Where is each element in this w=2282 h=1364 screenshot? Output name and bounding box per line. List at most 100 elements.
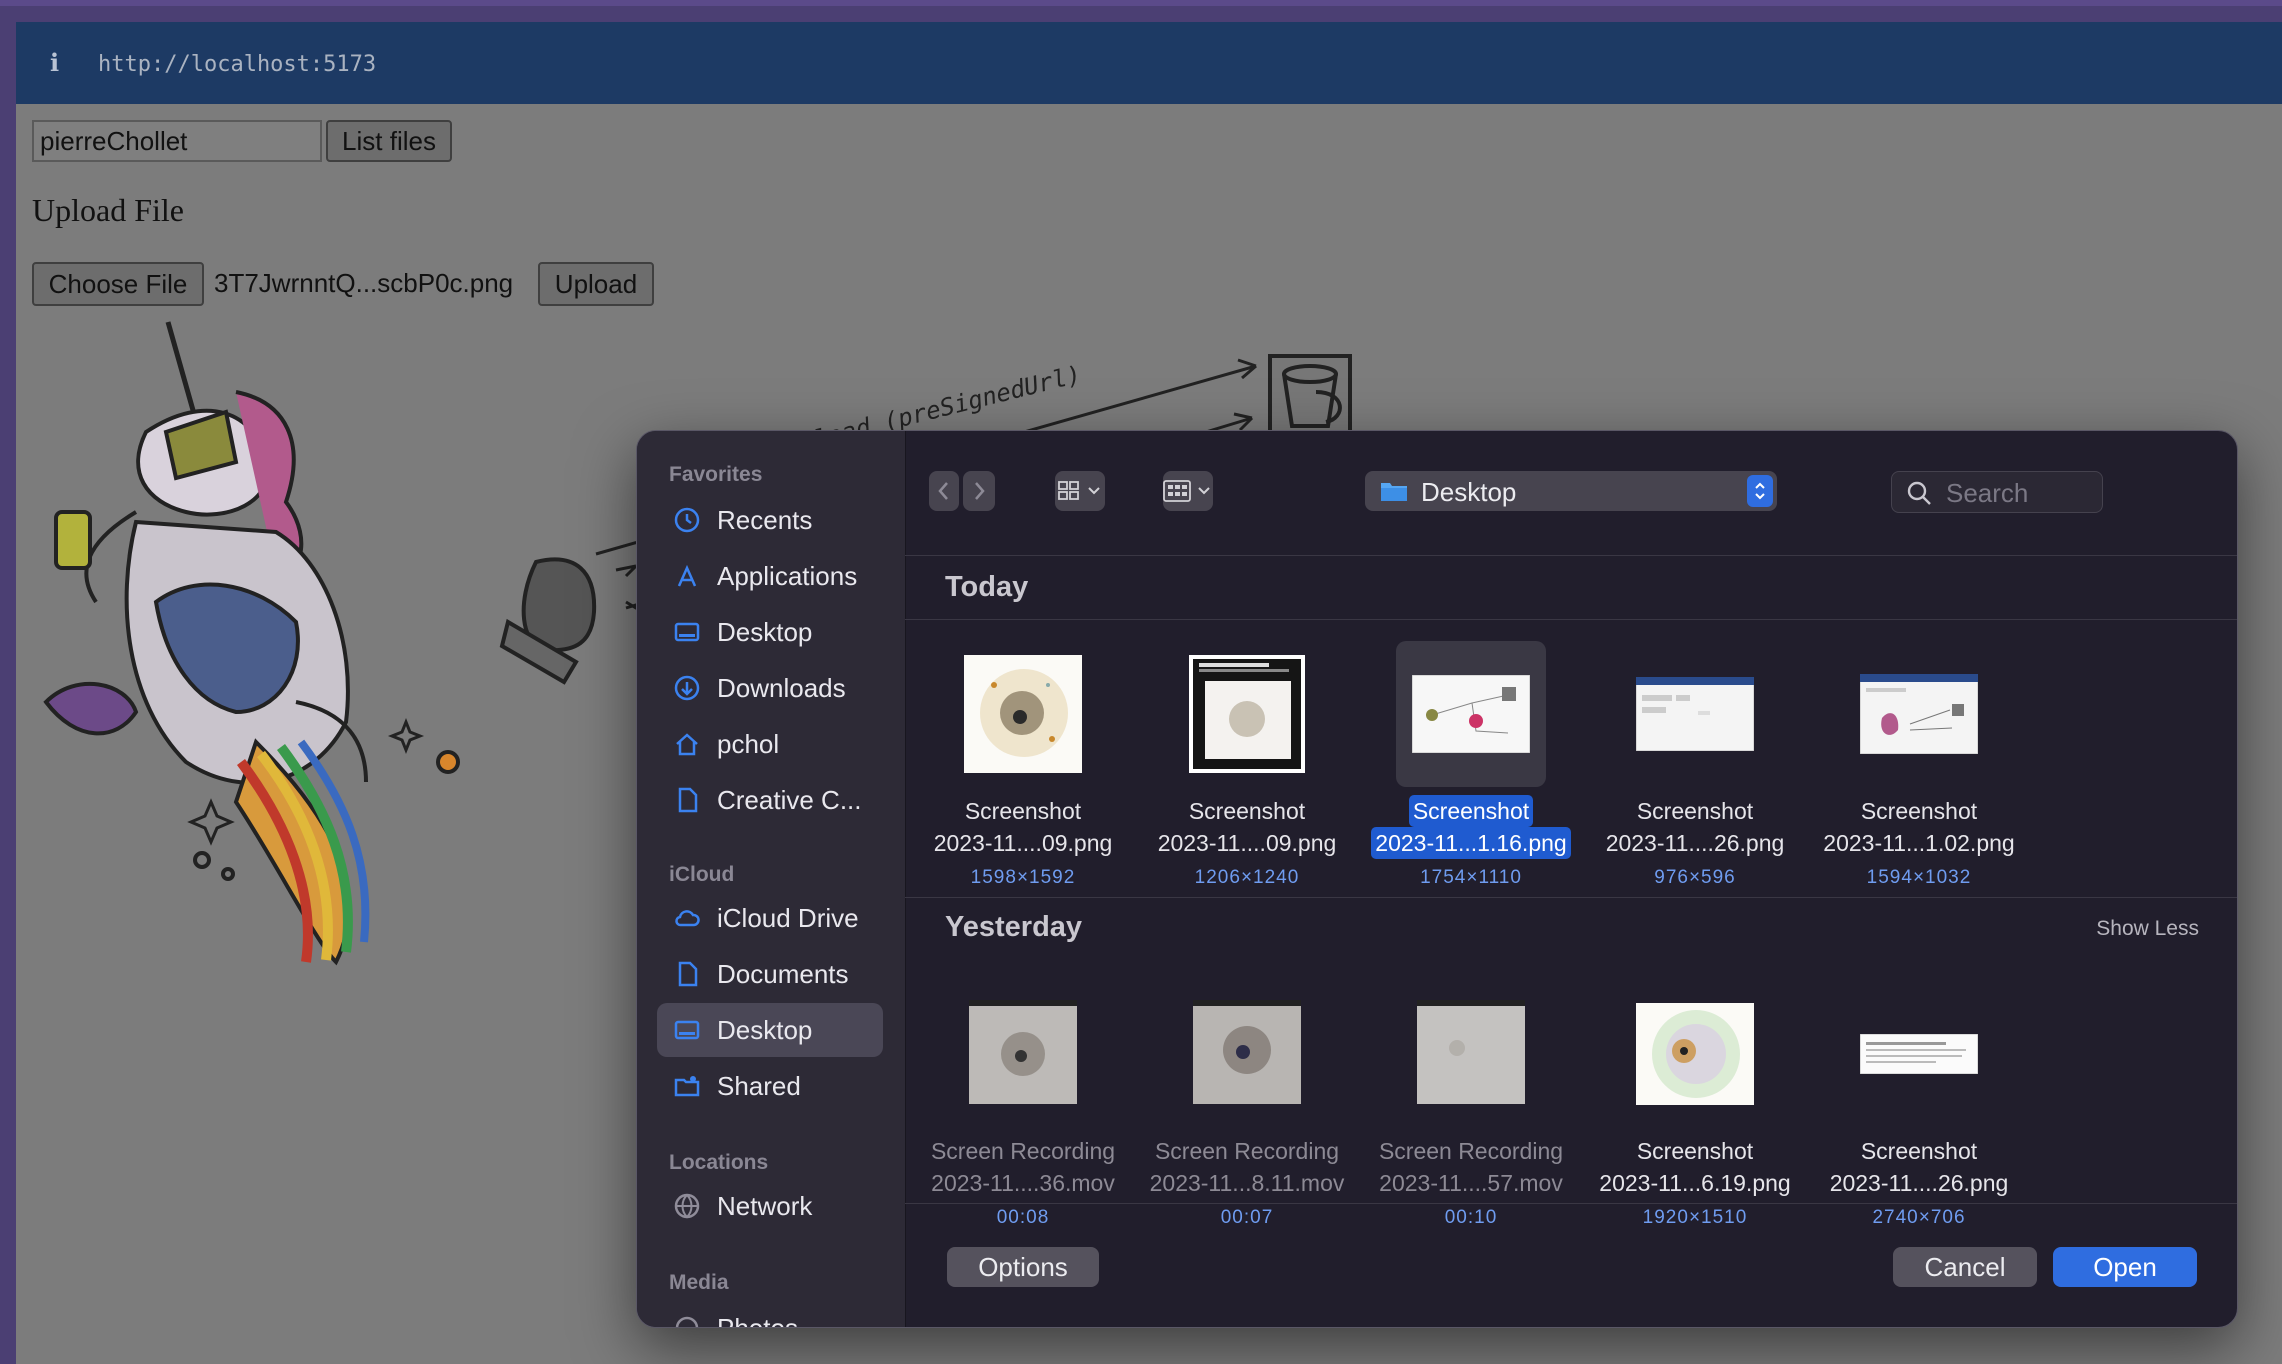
sidebar-item-label: Desktop — [717, 616, 813, 647]
list-files-button[interactable]: List files — [326, 120, 452, 162]
sidebar-item-label: Recents — [717, 504, 813, 535]
file-name: Screen Recording 2023-11....57.mov — [1378, 1138, 1564, 1196]
sidebar-item-downloads[interactable]: Downloads — [657, 661, 883, 715]
sidebar-item-label: Documents — [717, 958, 849, 989]
sidebar-section-locations: Locations — [669, 1151, 769, 1174]
group-view-icon — [1163, 480, 1210, 502]
sidebar-section-media: Media — [669, 1271, 729, 1294]
grid-view-icon — [1058, 481, 1100, 500]
view-mode-button[interactable] — [1055, 471, 1105, 511]
info-icon[interactable]: i — [50, 48, 59, 77]
download-icon — [673, 674, 701, 702]
sidebar-item-label: Desktop — [717, 1014, 813, 1045]
search-icon — [1906, 480, 1932, 511]
photos-icon — [673, 1314, 701, 1327]
chevron-right-icon — [975, 482, 985, 500]
sidebar-item-recents[interactable]: Recents — [657, 493, 883, 547]
search-field[interactable]: Search — [1891, 471, 2103, 513]
applications-icon — [673, 562, 701, 590]
sidebar-item-label: Downloads — [717, 672, 846, 703]
document-icon — [673, 960, 701, 988]
search-placeholder: Search — [1946, 478, 2029, 508]
file-thumbnail — [1620, 981, 1770, 1127]
file-thumbnail — [948, 641, 1098, 787]
group-mode-button[interactable] — [1163, 471, 1213, 511]
sidebar-item-pchol[interactable]: pchol — [657, 717, 883, 771]
back-button[interactable] — [929, 471, 959, 511]
file-dimensions: 2740×706 — [1872, 1207, 1966, 1228]
file-name: Screenshot 2023-11...1.02.png — [1823, 798, 2015, 856]
clock-icon — [673, 506, 701, 534]
sidebar-item-photos[interactable]: Photos — [657, 1301, 883, 1328]
toolbar-divider — [905, 555, 2237, 556]
username-input[interactable] — [32, 120, 322, 162]
group-title-yesterday: Yesterday — [945, 911, 1083, 943]
sidebar-item-icloud-desktop[interactable]: Desktop — [657, 1003, 883, 1057]
cloud-icon — [673, 904, 701, 932]
sidebar-item-label: iCloud Drive — [717, 902, 859, 933]
sidebar-item-shared[interactable]: Shared — [657, 1059, 883, 1113]
desktop-icon — [673, 1016, 701, 1044]
sidebar-section-icloud: iCloud — [669, 863, 735, 886]
sidebar-item-network[interactable]: Network — [657, 1179, 883, 1233]
file-duration: 00:07 — [1220, 1207, 1274, 1228]
file-thumbnail — [948, 981, 1098, 1127]
file-thumbnail — [1844, 981, 1994, 1127]
location-popup[interactable]: Desktop — [1365, 471, 1777, 511]
footer-divider — [905, 1203, 2237, 1204]
file-name: Screenshot 2023-11...6.19.png — [1599, 1138, 1791, 1196]
window-top-strip — [0, 0, 2282, 6]
sidebar-item-desktop[interactable]: Desktop — [657, 605, 883, 659]
cancel-button[interactable]: Cancel — [1893, 1247, 2037, 1287]
sidebar-item-applications[interactable]: Applications — [657, 549, 883, 603]
chevron-left-icon — [938, 482, 948, 500]
file-thumbnail — [1844, 641, 1994, 787]
address-bar[interactable]: i http://localhost:5173 — [16, 22, 2282, 104]
file-dimensions: 1206×1240 — [1194, 867, 1300, 888]
globe-icon — [673, 1192, 701, 1220]
shared-folder-icon — [673, 1072, 701, 1100]
file-duration: 00:10 — [1444, 1207, 1498, 1228]
file-dimensions: 1754×1110 — [1420, 867, 1522, 888]
sidebar-item-label: pchol — [717, 728, 780, 759]
file-name: Screenshot2023-11...1.16.png — [1371, 795, 1571, 859]
unicorn-mascot — [43, 321, 460, 966]
options-button[interactable]: Options — [947, 1247, 1099, 1287]
location-label: Desktop — [1421, 477, 1517, 507]
file-dimensions: 1598×1592 — [970, 867, 1076, 888]
sidebar-item-label: Applications — [717, 560, 858, 591]
sidebar-item-label: Network — [717, 1190, 813, 1221]
sidebar-item-label: Shared — [717, 1070, 801, 1101]
dialog-sidebar: Favorites Recents Applications Desktop D… — [637, 431, 906, 1327]
file-name: Screenshot 2023-11....26.png — [1605, 798, 1785, 856]
file-thumbnail — [1172, 641, 1322, 787]
yesterday-file-row: Screen Recording 2023-11....36.mov 00:08 … — [905, 971, 2237, 1233]
file-thumbnail — [1172, 981, 1322, 1127]
group-divider — [905, 619, 2237, 620]
computer-icon — [499, 557, 597, 685]
sidebar-item-documents[interactable]: Documents — [657, 947, 883, 1001]
folder-icon — [1379, 479, 1409, 508]
sidebar-section-favorites: Favorites — [669, 463, 763, 486]
url-text[interactable]: http://localhost:5173 — [98, 52, 376, 77]
file-name: Screenshot 2023-11....26.png — [1829, 1138, 2009, 1196]
stepper-icon — [1747, 475, 1773, 507]
sidebar-item-creative-cloud[interactable]: Creative C... — [657, 773, 883, 827]
forward-button[interactable] — [963, 471, 995, 511]
bucket-icon — [1268, 354, 1352, 440]
sidebar-item-icloud-drive[interactable]: iCloud Drive — [657, 891, 883, 945]
sidebar-item-label: Photos — [717, 1312, 798, 1328]
document-icon — [673, 786, 701, 814]
file-dimensions: 1920×1510 — [1642, 1207, 1748, 1228]
file-thumbnail — [1620, 641, 1770, 787]
open-button[interactable]: Open — [2053, 1247, 2197, 1287]
file-thumbnail — [1396, 641, 1546, 787]
file-thumbnail — [1396, 981, 1546, 1127]
group-title-today: Today — [945, 571, 1029, 603]
file-name: Screen Recording 2023-11....36.mov — [930, 1138, 1116, 1196]
file-duration: 00:08 — [996, 1207, 1050, 1228]
show-less-link[interactable]: Show Less — [2096, 917, 2199, 941]
file-name: Screenshot 2023-11....09.png — [933, 798, 1113, 856]
group-divider — [905, 897, 2237, 898]
sidebar-item-label: Creative C... — [717, 784, 862, 815]
